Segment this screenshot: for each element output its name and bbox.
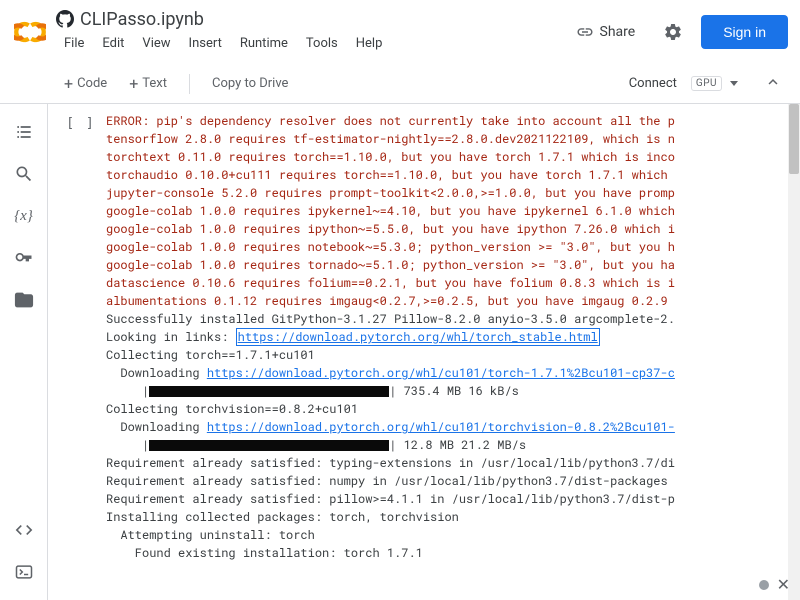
output-line: jupyter-console 5.2.0 requires prompt-to… (106, 185, 675, 201)
scrollbar[interactable] (788, 104, 800, 600)
status-bar: ✕ (759, 575, 790, 594)
connect-button[interactable]: Connect GPU (621, 72, 746, 95)
share-button[interactable]: Share (566, 17, 646, 47)
menu-runtime[interactable]: Runtime (232, 32, 296, 55)
sidebar-snippets[interactable] (6, 512, 42, 548)
sidebar-toc[interactable] (6, 114, 42, 150)
cell-execution-indicator[interactable]: [ ] (56, 112, 106, 562)
output-line: Collecting torchvision==0.8.2+cu101 (106, 401, 358, 417)
toc-icon (14, 122, 34, 142)
output-line: albumentations 0.1.12 requires imgaug<0.… (106, 293, 675, 309)
output-line: Attempting uninstall: torch (106, 527, 315, 543)
output-line: google-colab 1.0.0 requires ipykernel~=4… (106, 203, 675, 219)
chevron-down-icon (730, 81, 738, 86)
output-link[interactable]: https://download.pytorch.org/whl/torch_s… (236, 328, 600, 346)
close-icon[interactable]: ✕ (777, 575, 790, 594)
output-line: datascience 0.10.6 requires folium==0.2.… (106, 275, 675, 291)
menu-tools[interactable]: Tools (298, 32, 346, 55)
gear-icon (663, 22, 683, 42)
output-line: Downloading (106, 365, 207, 381)
menu-file[interactable]: File (56, 32, 92, 55)
link-icon (576, 23, 594, 41)
output-line: Looking in links: (106, 329, 236, 345)
scrollbar-thumb[interactable] (789, 104, 799, 174)
github-icon (56, 10, 74, 28)
output-line: | 735.4 MB 16 kB/s (389, 383, 519, 399)
output-line: Installing collected packages: torch, to… (106, 509, 459, 525)
header: CLIPasso.ipynb File Edit View Insert Run… (0, 0, 800, 64)
sidebar-files[interactable] (6, 282, 42, 318)
toolbar: +Code +Text Copy to Drive Connect GPU (0, 64, 800, 104)
output-line: google-colab 1.0.0 requires notebook~=5.… (106, 239, 675, 255)
output-line: Collecting torch==1.7.1+cu101 (106, 347, 315, 363)
progress-bar (149, 386, 389, 397)
sidebar-variables[interactable]: {x} (6, 198, 42, 234)
notebook-title[interactable]: CLIPasso.ipynb (80, 9, 204, 30)
output-link[interactable]: https://download.pytorch.org/whl/cu101/t… (207, 365, 675, 381)
folder-icon (14, 290, 34, 310)
main: {x} [ ] ERROR: pip's dependency resolver… (0, 104, 800, 600)
title-area: CLIPasso.ipynb File Edit View Insert Run… (56, 9, 566, 55)
search-icon (14, 164, 34, 184)
code-cell: [ ] ERROR: pip's dependency resolver doe… (48, 104, 800, 562)
add-code-button[interactable]: +Code (56, 72, 115, 96)
status-indicator-icon (759, 580, 769, 590)
output-line: tensorflow 2.8.0 requires tf-estimator-n… (106, 131, 675, 147)
output-line: Requirement already satisfied: numpy in … (106, 473, 675, 489)
sidebar-terminal[interactable] (6, 554, 42, 590)
signin-button[interactable]: Sign in (701, 15, 788, 49)
terminal-icon (14, 562, 34, 582)
menu-view[interactable]: View (134, 32, 178, 55)
sidebar-search[interactable] (6, 156, 42, 192)
menu-insert[interactable]: Insert (181, 32, 230, 55)
output-line: Requirement already satisfied: typing-ex… (106, 455, 675, 471)
copy-to-drive-button[interactable]: Copy to Drive (204, 72, 296, 95)
settings-button[interactable] (657, 16, 689, 48)
output-line: ERROR: pip's dependency resolver does no… (106, 113, 675, 129)
variable-icon: {x} (14, 208, 33, 225)
output-line: | (106, 383, 149, 399)
code-icon (14, 520, 34, 540)
notebook-content[interactable]: [ ] ERROR: pip's dependency resolver doe… (48, 104, 800, 600)
menu-help[interactable]: Help (348, 32, 391, 55)
divider (189, 74, 190, 94)
output-line: | 12.8 MB 21.2 MB/s (389, 437, 526, 453)
output-line: google-colab 1.0.0 requires ipython~=5.5… (106, 221, 675, 237)
toggle-header-button[interactable] (754, 67, 792, 101)
cell-output: ERROR: pip's dependency resolver does no… (106, 112, 792, 562)
key-icon (14, 248, 34, 268)
output-line: Requirement already satisfied: pillow>=4… (106, 491, 675, 507)
output-line: torchtext 0.11.0 requires torch==1.10.0,… (106, 149, 675, 165)
output-line: | (106, 437, 149, 453)
progress-bar (149, 440, 389, 451)
output-line: Successfully installed GitPython-3.1.27 … (106, 311, 675, 327)
output-line: torchaudio 0.10.0+cu111 requires torch==… (106, 167, 675, 183)
menu-bar: File Edit View Insert Runtime Tools Help (56, 32, 566, 55)
colab-logo[interactable] (12, 14, 48, 50)
output-line: Found existing installation: torch 1.7.1 (106, 545, 423, 561)
chevron-up-icon (764, 73, 782, 91)
gpu-badge: GPU (691, 76, 722, 91)
output-link[interactable]: https://download.pytorch.org/whl/cu101/t… (207, 419, 675, 435)
sidebar-secrets[interactable] (6, 240, 42, 276)
output-line: Downloading (106, 419, 207, 435)
add-text-button[interactable]: +Text (121, 72, 175, 96)
sidebar: {x} (0, 104, 48, 600)
menu-edit[interactable]: Edit (94, 32, 132, 55)
output-line: google-colab 1.0.0 requires tornado~=5.1… (106, 257, 675, 273)
